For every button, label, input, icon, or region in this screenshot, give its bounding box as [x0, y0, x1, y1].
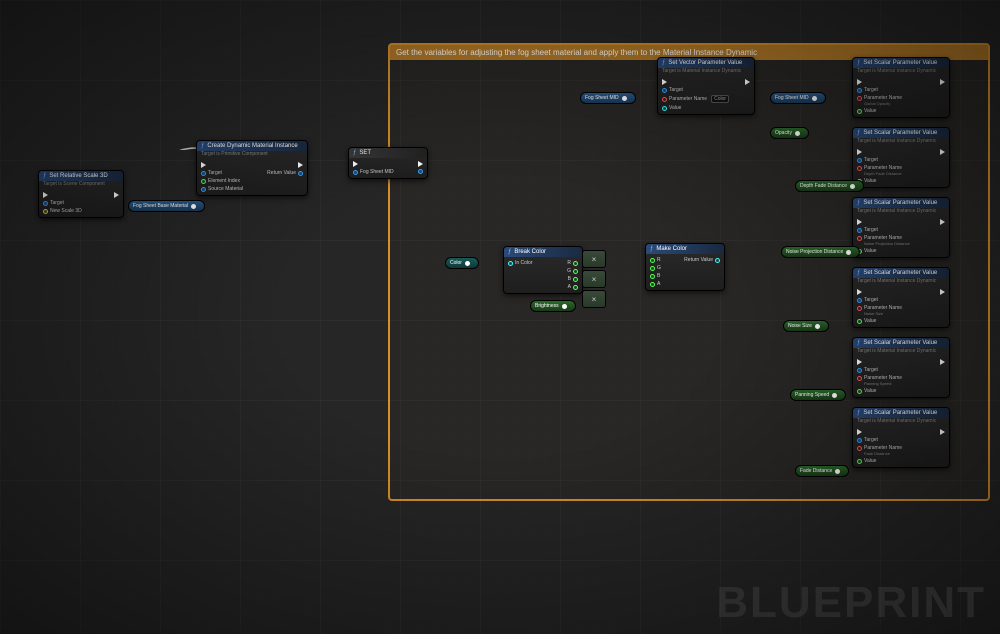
pin-B[interactable]: B — [650, 273, 661, 279]
pin-Value[interactable]: Value — [857, 318, 902, 324]
pin-Target[interactable]: Target — [857, 367, 902, 373]
pin-Target[interactable]: Target — [857, 297, 902, 303]
multiply-node-2[interactable]: × — [582, 290, 606, 308]
pin-A[interactable]: A — [650, 281, 661, 287]
pin-B[interactable]: B — [567, 276, 578, 282]
pin-exec[interactable] — [857, 219, 910, 225]
variable-fogSheetMat[interactable]: Fog Sheet Base Material — [128, 200, 205, 212]
pin-In Color[interactable]: In Color — [508, 260, 533, 266]
pin-exec[interactable] — [267, 162, 303, 168]
pin-Element Index[interactable]: Element Index — [201, 178, 243, 184]
pin-G[interactable]: G — [567, 268, 578, 274]
pin-exec[interactable] — [938, 79, 945, 85]
node-header[interactable]: ƒSet Vector Parameter Value — [658, 58, 754, 68]
pin-exec[interactable] — [857, 289, 902, 295]
node-header[interactable]: ƒSET — [349, 148, 427, 158]
pin-exec[interactable] — [416, 161, 423, 167]
node-header[interactable]: ƒCreate Dynamic Material Instance — [197, 141, 307, 151]
node-header[interactable]: ƒSet Scalar Parameter Value — [853, 128, 949, 138]
node-header[interactable]: ƒSet Scalar Parameter Value — [853, 268, 949, 278]
pin-exec[interactable] — [662, 79, 729, 85]
pin-Source Material[interactable]: Source Material — [201, 186, 243, 192]
variable-panSpeed[interactable]: Panning Speed — [790, 389, 846, 401]
node-header[interactable]: ƒSet Scalar Parameter Value — [853, 198, 949, 208]
pin-exec[interactable] — [938, 429, 945, 435]
variable-brightness[interactable]: Brightness — [530, 300, 576, 312]
variable-depthFade[interactable]: Depth Fade Distance — [795, 180, 864, 192]
pin-exec[interactable] — [857, 79, 902, 85]
pin-exec[interactable] — [938, 289, 945, 295]
node-header[interactable]: ƒSet Scalar Parameter Value — [853, 408, 949, 418]
variable-color[interactable]: Color — [445, 257, 479, 269]
variable-opacity[interactable]: Opacity — [770, 127, 809, 139]
variable-fadeDist[interactable]: Fade Distance — [795, 465, 849, 477]
node-setVector[interactable]: ƒSet Vector Parameter ValueTarget is Mat… — [657, 57, 755, 115]
pin-exec[interactable] — [112, 192, 119, 198]
pin-Value[interactable]: Value — [662, 105, 729, 111]
variable-mid2[interactable]: Fog Sheet MID — [770, 92, 826, 104]
multiply-node-0[interactable]: × — [582, 250, 606, 268]
pin-exec[interactable] — [857, 429, 902, 435]
node-header[interactable]: ƒSet Scalar Parameter Value — [853, 338, 949, 348]
node-ss4[interactable]: ƒSet Scalar Parameter ValueTarget is Mat… — [852, 267, 950, 328]
pin-Target[interactable]: Target — [857, 157, 902, 163]
pin-Fog Sheet MID[interactable]: Fog Sheet MID — [353, 169, 394, 175]
node-ss6[interactable]: ƒSet Scalar Parameter ValueTarget is Mat… — [852, 407, 950, 468]
pin-Return Value[interactable]: Return Value — [267, 170, 303, 176]
pin-Value[interactable]: Value — [857, 388, 902, 394]
node-header[interactable]: ƒSet Scalar Parameter Value — [853, 58, 949, 68]
pin-G[interactable]: G — [650, 265, 661, 271]
pin-exec[interactable] — [353, 161, 394, 167]
node-setScale[interactable]: ƒSet Relative Scale 3DTarget is Scene Co… — [38, 170, 124, 218]
pin-Target[interactable]: Target — [857, 437, 902, 443]
pin-Target[interactable]: Target — [201, 170, 243, 176]
node-header[interactable]: ƒSet Relative Scale 3D — [39, 171, 123, 181]
pin-Target[interactable]: Target — [662, 87, 729, 93]
pin-Value[interactable]: Value — [857, 108, 902, 114]
pin-Return Value[interactable]: Return Value — [684, 257, 720, 263]
pin-exec[interactable] — [938, 359, 945, 365]
pin-exec[interactable] — [743, 79, 750, 85]
node-ss2[interactable]: ƒSet Scalar Parameter ValueTarget is Mat… — [852, 127, 950, 188]
node-makeColor[interactable]: ƒMake Color RGBA Return Value — [645, 243, 725, 291]
pin-Value[interactable]: Value — [857, 248, 910, 254]
pin-A[interactable]: A — [567, 284, 578, 290]
pin-exec[interactable] — [938, 219, 945, 225]
pin-exec[interactable] — [938, 149, 945, 155]
pin-exec[interactable] — [201, 162, 243, 168]
pin-New Scale 3D[interactable]: New Scale 3D — [43, 208, 82, 214]
multiply-node-1[interactable]: × — [582, 270, 606, 288]
node-breakColor[interactable]: ƒBreak Color In Color RGBA — [503, 246, 583, 294]
pin-Parameter Name[interactable]: Parameter NameColor — [662, 95, 729, 103]
node-ss3[interactable]: ƒSet Scalar Parameter ValueTarget is Mat… — [852, 197, 950, 258]
pin-Value[interactable]: Value — [857, 458, 902, 464]
pin-exec[interactable] — [857, 359, 902, 365]
pin-Value[interactable]: Value — [857, 178, 902, 184]
pin-exec[interactable] — [43, 192, 82, 198]
node-ss5[interactable]: ƒSet Scalar Parameter ValueTarget is Mat… — [852, 337, 950, 398]
pin-R[interactable]: R — [650, 257, 661, 263]
pin-R[interactable]: R — [567, 260, 578, 266]
variable-noiseProj[interactable]: Noise Projection Distance — [781, 246, 860, 258]
node-ss1[interactable]: ƒSet Scalar Parameter ValueTarget is Mat… — [852, 57, 950, 118]
variable-noiseSize[interactable]: Noise Size — [783, 320, 829, 332]
node-header[interactable]: ƒMake Color — [646, 244, 724, 254]
pin-exec[interactable] — [857, 149, 902, 155]
node-createMID[interactable]: ƒCreate Dynamic Material InstanceTarget … — [196, 140, 308, 196]
node-set[interactable]: ƒSET Fog Sheet MID — [348, 147, 428, 179]
pin-blue[interactable] — [416, 169, 423, 174]
pin-Target[interactable]: Target — [43, 200, 82, 206]
pin-Target[interactable]: Target — [857, 87, 902, 93]
variable-mid1[interactable]: Fog Sheet MID — [580, 92, 636, 104]
pin-Target[interactable]: Target — [857, 227, 910, 233]
node-header[interactable]: ƒBreak Color — [504, 247, 582, 257]
